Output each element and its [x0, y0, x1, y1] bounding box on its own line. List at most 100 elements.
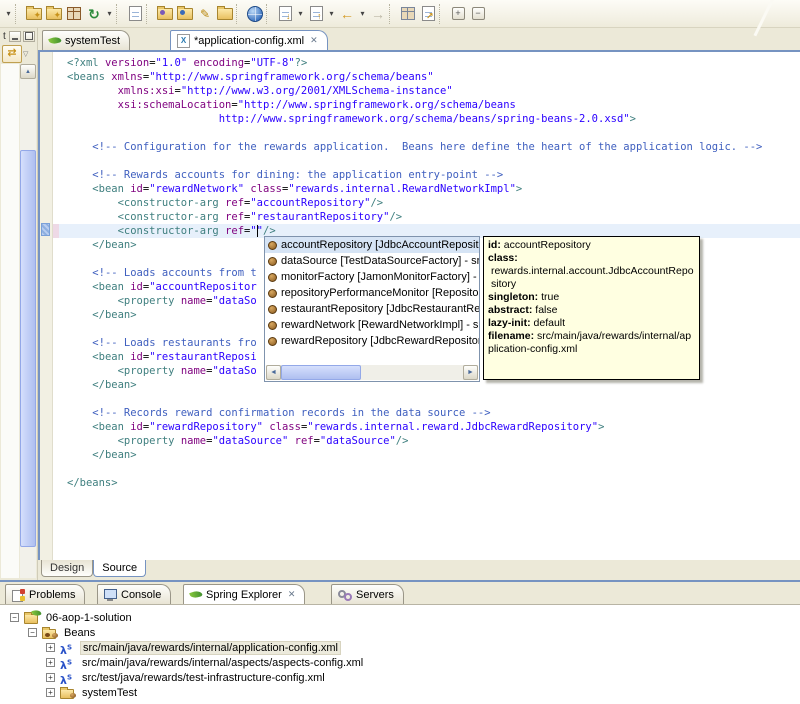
view-tab-problems[interactable]: Problems	[5, 584, 86, 604]
code-line[interactable]: </beans>	[53, 476, 800, 490]
content-assist-item[interactable]: monitorFactory [JamonMonitorFactory] - s…	[265, 269, 479, 285]
code-line[interactable]: <property name="dataSource" ref="dataSou…	[53, 434, 800, 448]
code-line[interactable]: <bean id="rewardNetwork" class="rewards.…	[53, 182, 800, 196]
scroll-up-button[interactable]: ▲	[20, 64, 36, 79]
refresh-caret[interactable]: ▾	[104, 3, 115, 25]
tree-row[interactable]: + λS src/test/java/rewards/test-infrastruc…	[0, 670, 800, 687]
content-assist-item[interactable]: repositoryPerformanceMonitor [Repository…	[265, 285, 479, 301]
tree-expander[interactable]: −	[28, 628, 37, 637]
maximize-view-button[interactable]	[23, 31, 35, 42]
code-line[interactable]: <!-- Records reward confirmation records…	[53, 406, 800, 420]
bean-icon	[268, 336, 277, 346]
tree-row[interactable]: − Beans	[0, 625, 800, 640]
go-into-icon[interactable]: ↑	[306, 3, 326, 25]
table-icon[interactable]	[398, 3, 418, 25]
tree-row[interactable]: + λS src/main/java/rewards/internal/applic…	[0, 640, 800, 657]
code-line[interactable]: <?xml version="1.0" encoding="UTF-8"?>	[53, 56, 800, 70]
collapse-all-icon-glyph: −	[471, 7, 485, 20]
editor-tab-label: systemTest	[65, 34, 121, 47]
expand-all-icon[interactable]: +	[448, 3, 468, 25]
view-menu-caret[interactable]: ▽	[23, 50, 28, 58]
open-resource-icon[interactable]	[155, 3, 175, 25]
code-line[interactable]: <constructor-arg ref="accountRepository"…	[53, 196, 800, 210]
next-annotation-icon[interactable]: ↗	[418, 3, 438, 25]
close-tab-icon[interactable]: ✕	[310, 35, 318, 46]
content-assist-item[interactable]: restaurantRepository [JdbcRestaurantRepo…	[265, 301, 479, 317]
code-line[interactable]: http://www.springframework.org/schema/be…	[53, 112, 800, 126]
content-assist-item[interactable]: rewardNetwork [RewardNetworkImpl] - src/…	[265, 317, 479, 333]
code-line[interactable]: <bean id="rewardRepository" class="rewar…	[53, 420, 800, 434]
code-line[interactable]	[53, 462, 800, 476]
xml-file-icon: X	[177, 33, 190, 48]
new-wizard-2-icon[interactable]: ✦	[44, 3, 64, 25]
link-with-editor-button[interactable]: ⇄	[2, 45, 22, 63]
code-line[interactable]	[53, 392, 800, 406]
go-into-caret[interactable]: ▾	[326, 3, 337, 25]
scroll-right-button[interactable]: ►	[463, 365, 478, 380]
tree-row[interactable]: + systemTest	[0, 685, 800, 700]
content-assist-item[interactable]: rewardRepository [JdbcRewardRepository] …	[265, 333, 479, 349]
last-edit-caret[interactable]: ▾	[295, 3, 306, 25]
new-wizard-icon[interactable]: ✦	[24, 3, 44, 25]
code-line[interactable]: <beans xmlns="http://www.springframework…	[53, 70, 800, 84]
code-line[interactable]: xsi:schemaLocation="http://www.springfra…	[53, 98, 800, 112]
spring-config-icon: λS	[60, 673, 73, 687]
web-browser-icon[interactable]	[245, 3, 265, 25]
open-type-icon[interactable]	[125, 3, 145, 25]
mode-tab-source[interactable]: Source	[93, 560, 147, 577]
content-assist-popup: accountRepository [JdbcAccountRepository…	[264, 236, 480, 382]
view-tab-label: Problems	[29, 588, 76, 601]
xml-editor[interactable]: <?xml version="1.0" encoding="UTF-8"?> <b…	[38, 50, 800, 560]
content-assist-label: restaurantRepository [JdbcRestaurantRepo…	[281, 303, 479, 315]
code-line[interactable]: <!-- Rewards accounts for dining: the ap…	[53, 168, 800, 182]
forward-icon[interactable]: →	[368, 3, 388, 25]
code-line[interactable]: </bean>	[53, 448, 800, 462]
search-folder-icon[interactable]	[175, 3, 195, 25]
content-assist-item[interactable]: dataSource [TestDataSourceFactory] - src…	[265, 253, 479, 269]
toolbar-overflow-caret[interactable]: ▾	[3, 3, 14, 25]
close-view-icon[interactable]: ✕	[288, 589, 296, 600]
tree-expander[interactable]: +	[46, 688, 55, 697]
left-scrollbar-thumb[interactable]	[20, 150, 36, 547]
junit-icon[interactable]	[64, 3, 84, 25]
minimize-view-button[interactable]	[9, 31, 21, 42]
back-icon[interactable]: ←	[337, 3, 357, 25]
highlighter-icon[interactable]: ✎	[195, 3, 215, 25]
code-line[interactable]: <!-- Configuration for the rewards appli…	[53, 140, 800, 154]
refresh-icon[interactable]: ↻	[84, 3, 104, 25]
code-line[interactable]	[53, 154, 800, 168]
maximize-icon	[25, 32, 33, 40]
tree-item-label: systemTest	[82, 686, 138, 699]
tree-row[interactable]: − 06-aop-1-solution	[0, 608, 800, 625]
open-folder-icon[interactable]	[215, 3, 235, 25]
tooltip-field: abstract: false	[488, 304, 558, 316]
code-line[interactable]: xmlns:xsi="http://www.w3.org/2001/XMLSch…	[53, 84, 800, 98]
junit-icon-glyph	[67, 7, 81, 20]
web-browser-icon-glyph	[247, 5, 263, 22]
collapsed-tab-stub[interactable]: t	[2, 31, 6, 42]
tree-expander[interactable]: +	[46, 643, 55, 652]
spring-explorer-tree[interactable]: −06-aop-1-solution − Beans + λS src/main/java…	[0, 604, 800, 704]
collapsed-view-toolbar: ⇄ ▽	[0, 44, 37, 64]
code-line[interactable]	[53, 126, 800, 140]
tree-expander[interactable]: −	[10, 613, 19, 622]
tree-expander[interactable]: +	[46, 658, 55, 667]
popup-scrollbar-thumb[interactable]	[281, 365, 361, 380]
back-caret[interactable]: ▾	[357, 3, 368, 25]
popup-hscrollbar[interactable]: ◄ ►	[266, 365, 478, 380]
scroll-left-button[interactable]: ◄	[266, 365, 281, 380]
editor-mode-tabs: Design Source	[38, 560, 800, 580]
content-assist-item[interactable]: accountRepository [JdbcAccountRepository…	[265, 237, 479, 253]
view-tab-spring-explorer[interactable]: Spring Explorer ✕	[183, 584, 306, 604]
tree-row[interactable]: + λS src/main/java/rewards/internal/aspect…	[0, 655, 800, 672]
code-line[interactable]: <constructor-arg ref="restaurantReposito…	[53, 210, 800, 224]
editor-tab-application-config.xml[interactable]: X *application-config.xml ✕	[170, 30, 328, 50]
tree-expander[interactable]: +	[46, 673, 55, 682]
last-edit-location-icon[interactable]: ↓	[275, 3, 295, 25]
view-tab-servers[interactable]: Servers	[331, 584, 404, 604]
collapse-all-icon[interactable]: −	[468, 3, 488, 25]
mode-tab-design[interactable]: Design	[41, 560, 94, 577]
editor-tab-systemTest[interactable]: systemTest	[42, 30, 131, 50]
view-tab-console[interactable]: Console	[97, 584, 172, 604]
left-vertical-scrollbar[interactable]: ▲	[20, 64, 36, 578]
